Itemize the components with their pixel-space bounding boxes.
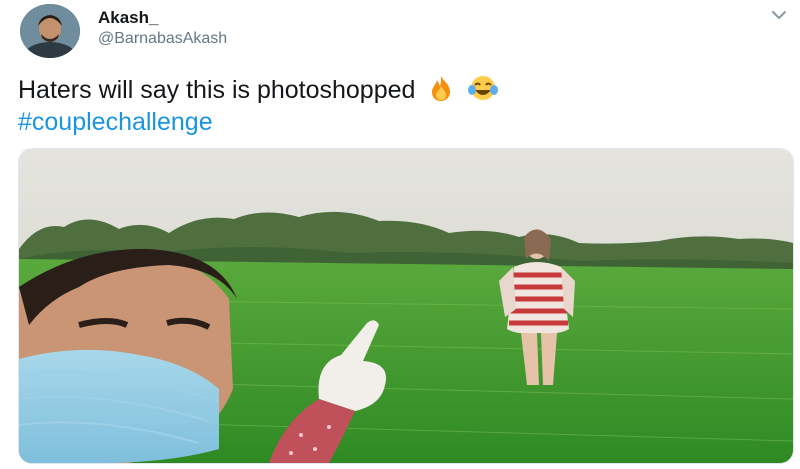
tweet-text-content: Haters will say this is photoshopped: [18, 76, 416, 104]
tweet-photo[interactable]: [18, 148, 794, 464]
chevron-down-icon[interactable]: [770, 8, 788, 22]
avatar-photo: [20, 4, 80, 58]
display-name[interactable]: Akash_: [98, 8, 158, 28]
tweet-text: Haters will say this is photoshopped: [18, 74, 499, 110]
fire-emoji: [426, 74, 456, 110]
avatar[interactable]: [20, 4, 80, 58]
hashtag-link[interactable]: #couplechallenge: [18, 106, 213, 138]
user-handle[interactable]: @BarnabasAkash: [98, 30, 227, 48]
field-photo: [19, 149, 793, 463]
tears-of-joy-emoji: [467, 74, 499, 110]
